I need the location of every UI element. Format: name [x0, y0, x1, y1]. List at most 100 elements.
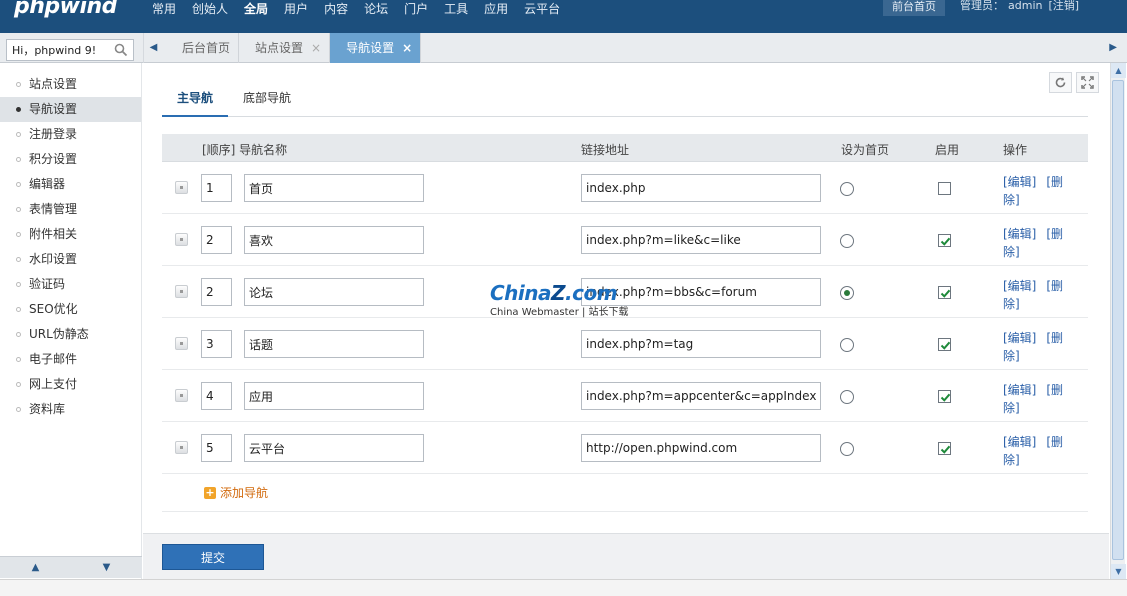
sidebar-item-0[interactable]: 站点设置: [0, 72, 141, 97]
sidebar-item-1[interactable]: 导航设置: [0, 97, 141, 122]
enable-checkbox[interactable]: [938, 390, 951, 403]
drag-handle-icon[interactable]: [175, 285, 188, 298]
link-input[interactable]: [581, 434, 821, 462]
bullet-icon: [16, 132, 21, 137]
sidebar-item-7[interactable]: 水印设置: [0, 247, 141, 272]
nav-item-9[interactable]: 云平台: [516, 0, 568, 18]
sidebar-item-8[interactable]: 验证码: [0, 272, 141, 297]
close-icon[interactable]: ×: [402, 34, 412, 62]
submit-button[interactable]: 提交: [162, 544, 264, 570]
enable-checkbox[interactable]: [938, 338, 951, 351]
nav-item-5[interactable]: 论坛: [356, 0, 396, 18]
sidebar-item-4[interactable]: 编辑器: [0, 172, 141, 197]
home-radio[interactable]: [840, 338, 854, 352]
vertical-scrollbar[interactable]: ▲ ▼: [1110, 63, 1126, 579]
sidebar-item-11[interactable]: 电子邮件: [0, 347, 141, 372]
nav-item-6[interactable]: 门户: [396, 0, 436, 18]
nav-name-input[interactable]: [244, 382, 424, 410]
order-input[interactable]: [201, 434, 232, 462]
sidebar-item-3[interactable]: 积分设置: [0, 147, 141, 172]
sidebar-item-2[interactable]: 注册登录: [0, 122, 141, 147]
order-input[interactable]: [201, 174, 232, 202]
logout-link[interactable]: [注销]: [1048, 0, 1079, 12]
order-input[interactable]: [201, 382, 232, 410]
sidebar-item-5[interactable]: 表情管理: [0, 197, 141, 222]
order-input[interactable]: [201, 330, 232, 358]
link-input[interactable]: [581, 174, 821, 202]
phpwind-logo[interactable]: phpwind: [14, 0, 117, 19]
tab-2[interactable]: 导航设置 ×: [330, 33, 422, 63]
tab-next-arrow-icon[interactable]: ▶: [1109, 33, 1117, 63]
front-page-button[interactable]: 前台首页: [883, 0, 945, 16]
edit-link[interactable]: [编辑]: [1003, 279, 1036, 293]
enable-checkbox[interactable]: [938, 286, 951, 299]
edit-link[interactable]: [编辑]: [1003, 383, 1036, 397]
scroll-down-arrow-icon[interactable]: ▼: [1111, 564, 1126, 579]
nav-name-input[interactable]: [244, 226, 424, 254]
drag-handle-icon[interactable]: [175, 389, 188, 402]
enable-checkbox[interactable]: [938, 234, 951, 247]
drag-handle-icon[interactable]: [175, 181, 188, 194]
nav-name-input[interactable]: [244, 330, 424, 358]
search-input[interactable]: [7, 40, 107, 60]
nav-item-4[interactable]: 内容: [316, 0, 356, 18]
tab-0[interactable]: 后台首页: [166, 33, 240, 63]
sidebar-item-9[interactable]: SEO优化: [0, 297, 141, 322]
scroll-down-icon[interactable]: ▼: [71, 557, 142, 578]
nav-item-3[interactable]: 用户: [276, 0, 316, 18]
link-input[interactable]: [581, 226, 821, 254]
edit-link[interactable]: [编辑]: [1003, 227, 1036, 241]
sidebar: 站点设置导航设置注册登录 积分设置 编辑器 表情管理 附件相关 水印设置 验证码 SEO优化 U…: [0, 63, 142, 596]
bullet-icon: [16, 332, 21, 337]
bullet-icon: [16, 307, 21, 312]
drag-handle-icon[interactable]: [175, 441, 188, 454]
link-input[interactable]: [581, 382, 821, 410]
link-input[interactable]: [581, 330, 821, 358]
nav-item-8[interactable]: 应用: [476, 0, 516, 18]
edit-link[interactable]: [编辑]: [1003, 331, 1036, 345]
home-radio[interactable]: [840, 286, 854, 300]
home-radio[interactable]: [840, 182, 854, 196]
drag-handle-icon[interactable]: [175, 233, 188, 246]
admin-user-link[interactable]: admin: [1008, 0, 1042, 12]
scroll-up-arrow-icon[interactable]: ▲: [1111, 63, 1126, 78]
tab-1[interactable]: 站点设置 ×: [239, 33, 331, 63]
scroll-up-icon[interactable]: ▲: [0, 557, 71, 578]
bullet-icon: [16, 357, 21, 362]
tab-prev-arrow-icon[interactable]: ◀: [143, 33, 163, 63]
nav-name-input[interactable]: [244, 278, 424, 306]
edit-link[interactable]: [编辑]: [1003, 435, 1036, 449]
scrollbar-thumb[interactable]: [1112, 80, 1124, 560]
header-order-name: [顺序] 导航名称: [202, 143, 288, 157]
nav-item-7[interactable]: 工具: [436, 0, 476, 18]
sidebar-item-12[interactable]: 网上支付: [0, 372, 141, 397]
enable-checkbox[interactable]: [938, 182, 951, 195]
check-icon: [940, 341, 951, 350]
nav-name-input[interactable]: [244, 434, 424, 462]
enable-checkbox[interactable]: [938, 442, 951, 455]
add-nav-button[interactable]: + 添加导航: [204, 484, 268, 501]
drag-handle-icon[interactable]: [175, 337, 188, 350]
home-radio[interactable]: [840, 390, 854, 404]
search-icon[interactable]: [114, 43, 128, 60]
sidebar-item-13[interactable]: 资料库: [0, 397, 141, 422]
close-icon[interactable]: ×: [311, 34, 321, 62]
sidebar-item-label: 导航设置: [29, 102, 78, 116]
sidebar-item-10[interactable]: URL伪静态: [0, 322, 141, 347]
nav-item-0[interactable]: 常用: [144, 0, 184, 18]
nav-name-input[interactable]: [244, 174, 424, 202]
subtab-0[interactable]: 主导航: [162, 86, 229, 117]
header-enable: 启用: [935, 143, 960, 157]
subtab-1[interactable]: 底部导航: [228, 86, 306, 117]
row-operations: [编辑] [删除]: [1003, 329, 1075, 365]
admin-info: 管理员： admin [注销]: [960, 0, 1079, 16]
order-input[interactable]: [201, 278, 232, 306]
sidebar-item-6[interactable]: 附件相关: [0, 222, 141, 247]
order-input[interactable]: [201, 226, 232, 254]
home-radio[interactable]: [840, 442, 854, 456]
nav-item-2[interactable]: 全局: [236, 0, 276, 18]
nav-item-1[interactable]: 创始人: [184, 0, 236, 18]
edit-link[interactable]: [编辑]: [1003, 175, 1036, 189]
home-radio[interactable]: [840, 234, 854, 248]
add-nav-label: 添加导航: [220, 486, 269, 500]
